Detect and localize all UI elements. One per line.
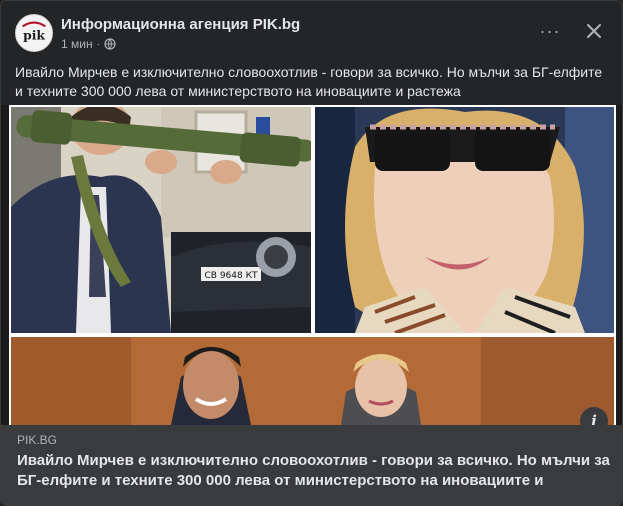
svg-text:pik: pik: [23, 28, 45, 43]
close-icon: [587, 24, 601, 38]
link-preview[interactable]: PIK.BG Ивайло Мирчев е изключително слов…: [1, 425, 622, 505]
post-text: Ивайло Мирчев е изключително словоохотли…: [15, 64, 603, 99]
link-domain: PIK.BG: [17, 433, 58, 447]
close-button[interactable]: [578, 15, 610, 47]
svg-text:СВ 9648 КТ: СВ 9648 КТ: [205, 271, 258, 281]
post-header: pik Информационна агенция PIK.bg 1 мин ·…: [1, 1, 622, 57]
photo-woman-sunglasses: [315, 107, 614, 333]
more-options-button[interactable]: ···: [534, 15, 566, 47]
post-time[interactable]: 1 мин: [61, 37, 93, 51]
more-options-icon: ···: [539, 20, 561, 41]
globe-icon: [104, 38, 116, 50]
post-meta: 1 мин ·: [61, 37, 116, 51]
photo-two-people: [11, 337, 614, 425]
link-title[interactable]: Ивайло Мирчев е изключително словоохотли…: [17, 451, 613, 491]
page-avatar[interactable]: pik: [15, 14, 53, 52]
meta-separator: ·: [96, 38, 100, 50]
pik-logo-icon: pik: [16, 15, 52, 51]
photo-man-with-launcher: СВ 9648 КТ: [11, 107, 311, 333]
photo-collage[interactable]: СВ 9648 КТ: [9, 105, 616, 425]
facebook-post-card: pik Информационна агенция PIK.bg 1 мин ·…: [0, 0, 623, 506]
post-media[interactable]: СВ 9648 КТ i: [1, 105, 622, 435]
page-name[interactable]: Информационна агенция PIK.bg: [61, 16, 300, 33]
